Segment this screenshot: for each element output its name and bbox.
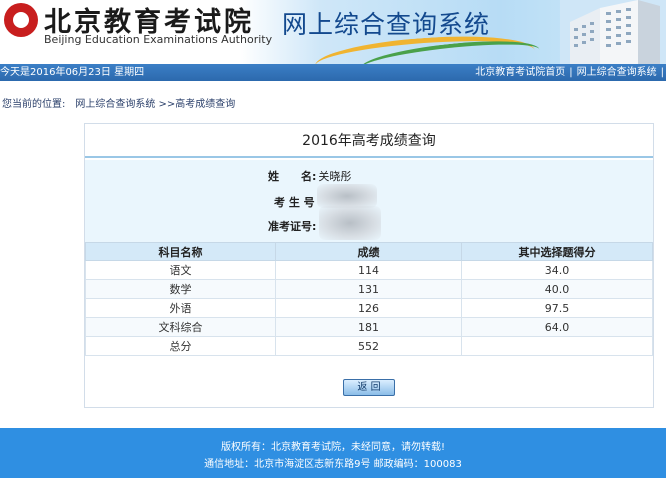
cell-subject: 总分 bbox=[85, 336, 276, 356]
cell-score: 126 bbox=[275, 298, 462, 318]
cell-subject: 外语 bbox=[85, 298, 276, 318]
table-row: 外语 126 97.5 bbox=[85, 298, 653, 318]
panel-title: 2016年高考成绩查询 bbox=[85, 124, 653, 158]
exam-number-label: 考 生 号 bbox=[274, 196, 315, 209]
cell-score: 552 bbox=[275, 336, 462, 356]
site-footer: 版权所有：北京教育考试院，未经同意，请勿转载! 通信地址：北京市海淀区志新东路9… bbox=[0, 428, 666, 478]
breadcrumb-prefix: 您当前的位置: bbox=[2, 99, 66, 110]
footer-address: 通信地址：北京市海淀区志新东路9号 邮政编码：100083 bbox=[204, 459, 462, 470]
cell-score: 181 bbox=[275, 317, 462, 337]
cell-choice-score: 64.0 bbox=[461, 317, 653, 337]
nav-separator: | bbox=[660, 67, 664, 78]
return-button[interactable]: 返 回 bbox=[343, 379, 395, 396]
footer-copyright: 版权所有：北京教育考试院，未经同意，请勿转载! bbox=[220, 442, 445, 453]
admission-number-row: 准考证号: bbox=[268, 218, 316, 234]
candidate-info: 姓 名: 关晓彤 考 生 号 准考证号: bbox=[85, 160, 653, 242]
exam-number-row: 考 生 号 bbox=[274, 194, 315, 210]
page: 北京教育考试院 Beijing Education Examinations A… bbox=[0, 0, 666, 493]
authority-emblem-icon bbox=[4, 3, 38, 37]
cell-subject: 文科综合 bbox=[85, 317, 276, 337]
cell-choice-score bbox=[461, 336, 653, 356]
current-date: 今天是2016年06月23日 星期四 bbox=[0, 67, 145, 78]
table-row-total: 总分 552 bbox=[85, 336, 653, 356]
col-header-subject: 科目名称 bbox=[85, 242, 276, 261]
col-header-score: 成绩 bbox=[275, 242, 462, 261]
building-illustration-icon bbox=[560, 0, 666, 64]
redacted-admission-number bbox=[319, 206, 381, 240]
site-header: 北京教育考试院 Beijing Education Examinations A… bbox=[0, 0, 666, 64]
logo-english-name: Beijing Education Examinations Authority bbox=[44, 33, 273, 46]
nav-separator: | bbox=[569, 67, 573, 78]
cell-score: 114 bbox=[275, 260, 462, 280]
table-row: 数学 131 40.0 bbox=[85, 279, 653, 299]
score-table: 科目名称 成绩 其中选择题得分 语文 114 34.0 数学 131 40.0 … bbox=[85, 242, 653, 356]
cell-subject: 语文 bbox=[85, 260, 276, 280]
top-nav-bar: 今天是2016年06月23日 星期四 北京教育考试院首页 | 网上综合查询系统 | bbox=[0, 64, 666, 81]
score-query-panel: 2016年高考成绩查询 姓 名: 关晓彤 考 生 号 准考证号: 科目名称 成绩 … bbox=[84, 123, 654, 408]
name-value: 关晓彤 bbox=[318, 170, 352, 183]
table-row: 语文 114 34.0 bbox=[85, 260, 653, 280]
breadcrumb-path[interactable]: 网上综合查询系统 >>高考成绩查询 bbox=[75, 99, 235, 110]
nav-links: 北京教育考试院首页 | 网上综合查询系统 | bbox=[473, 64, 666, 81]
name-label: 姓 名: bbox=[268, 170, 317, 183]
nav-link-exam-authority-home[interactable]: 北京教育考试院首页 bbox=[473, 67, 567, 78]
cell-choice-score: 40.0 bbox=[461, 279, 653, 299]
col-header-choice-score: 其中选择题得分 bbox=[461, 242, 653, 261]
admission-number-label: 准考证号: bbox=[268, 220, 317, 233]
cell-choice-score: 97.5 bbox=[461, 298, 653, 318]
cell-subject: 数学 bbox=[85, 279, 276, 299]
breadcrumb: 您当前的位置: 网上综合查询系统 >>高考成绩查询 bbox=[2, 95, 235, 110]
cell-score: 131 bbox=[275, 279, 462, 299]
nav-link-query-system[interactable]: 网上综合查询系统 bbox=[575, 67, 659, 78]
table-row: 文科综合 181 64.0 bbox=[85, 317, 653, 337]
table-header-row: 科目名称 成绩 其中选择题得分 bbox=[85, 242, 653, 261]
cell-choice-score: 34.0 bbox=[461, 260, 653, 280]
redacted-exam-number bbox=[317, 184, 377, 208]
name-row: 姓 名: 关晓彤 bbox=[268, 168, 351, 184]
